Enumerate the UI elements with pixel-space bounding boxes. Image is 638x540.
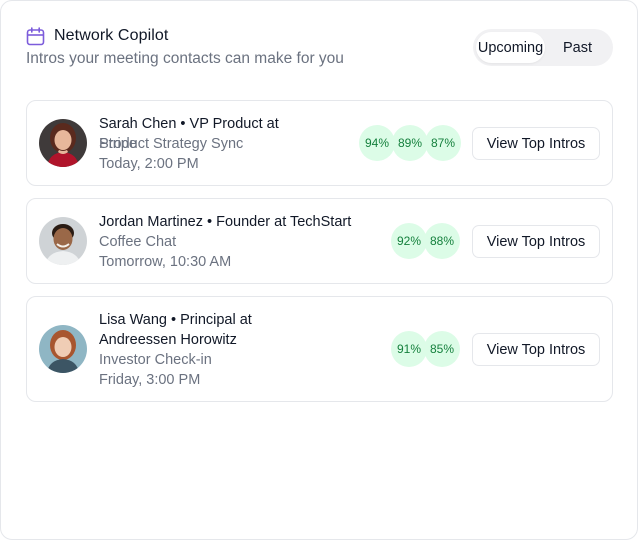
- meeting-info: Lisa Wang • Principal at Andreessen Horo…: [99, 310, 359, 390]
- meeting-title: Investor Check-in: [99, 352, 212, 368]
- view-top-intros-button[interactable]: View Top Intros: [472, 127, 600, 160]
- page-title: Network Copilot: [54, 27, 169, 44]
- score-badge: 94%: [359, 125, 395, 161]
- score-badge: 87%: [425, 125, 461, 161]
- network-copilot-panel: Network Copilot Intros your meeting cont…: [0, 0, 638, 540]
- upcoming-past-toggle: Upcoming Past: [473, 29, 613, 66]
- toggle-past[interactable]: Past: [545, 32, 610, 63]
- contact-name: Sarah Chen • VP Product at: [99, 116, 279, 132]
- score-badge: 91%: [391, 331, 427, 367]
- score-badge: 85%: [424, 331, 460, 367]
- meeting-title: Product Strategy Sync: [99, 136, 244, 152]
- view-top-intros-button[interactable]: View Top Intros: [472, 225, 600, 258]
- intro-scores: 91% 85%: [391, 331, 460, 367]
- meeting-card: Lisa Wang • Principal at Andreessen Horo…: [26, 296, 613, 402]
- intro-scores: 92% 88%: [391, 223, 460, 259]
- intro-scores: 94% 89% 87%: [359, 125, 461, 161]
- score-badge: 92%: [391, 223, 427, 259]
- score-badge: 88%: [424, 223, 460, 259]
- contact-name: Jordan Martinez • Founder at TechStart: [99, 214, 352, 230]
- meeting-card: Jordan Martinez • Founder at TechStart C…: [26, 198, 613, 284]
- avatar: [39, 217, 87, 265]
- meeting-card: Sarah Chen • VP Product at Stripe Produc…: [26, 100, 613, 186]
- meeting-time: Friday, 3:00 PM: [99, 372, 201, 388]
- meeting-title: Coffee Chat: [99, 234, 177, 250]
- meeting-info: Jordan Martinez • Founder at TechStart C…: [99, 212, 389, 272]
- contact-company: Andreessen Horowitz: [99, 332, 237, 348]
- meeting-time: Today, 2:00 PM: [99, 156, 199, 172]
- avatar: [39, 119, 87, 167]
- meeting-time: Tomorrow, 10:30 AM: [99, 254, 232, 270]
- score-badge: 89%: [392, 125, 428, 161]
- toggle-upcoming[interactable]: Upcoming: [476, 32, 545, 63]
- meeting-info: Sarah Chen • VP Product at Stripe Produc…: [99, 114, 359, 174]
- contact-name: Lisa Wang • Principal at: [99, 312, 252, 328]
- calendar-icon: [26, 26, 45, 46]
- avatar: [39, 325, 87, 373]
- view-top-intros-button[interactable]: View Top Intros: [472, 333, 600, 366]
